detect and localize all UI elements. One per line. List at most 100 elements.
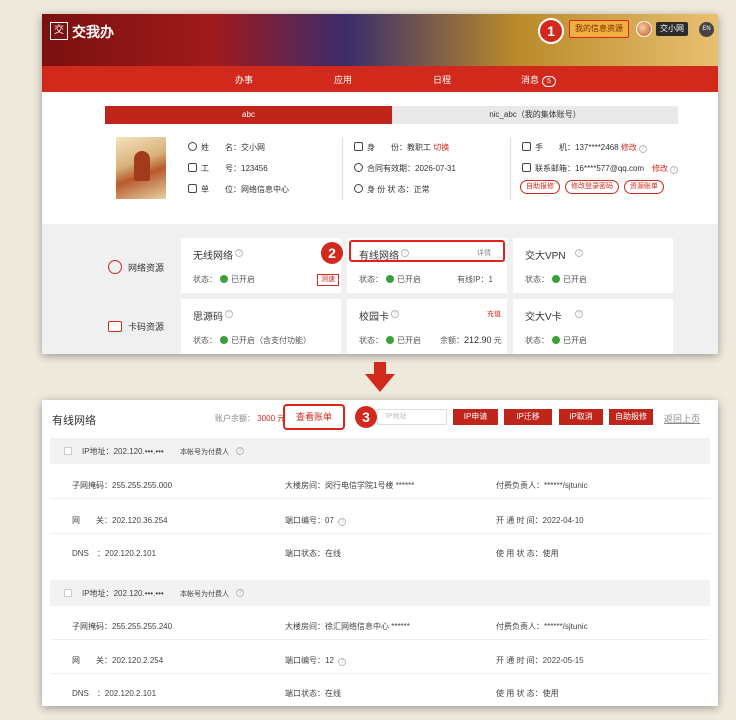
campus-card[interactable]: 校园卡 ? 充值 状态： 已开启 余额：212.90 元 bbox=[347, 299, 507, 354]
network-resources-label: 网络资源 bbox=[108, 260, 164, 274]
help-icon[interactable]: ? bbox=[236, 447, 244, 455]
building-room: 大楼房间：徐汇网络信息中心 ****** bbox=[285, 622, 410, 631]
status-ok-icon bbox=[220, 275, 228, 283]
avatar[interactable] bbox=[636, 21, 652, 37]
subnet-mask: 子网掩码：255.255.255.240 bbox=[72, 622, 173, 631]
dns: DNS ：202.120.2.101 bbox=[72, 549, 157, 558]
step-marker-3: 3 bbox=[355, 406, 377, 428]
self-repair-button[interactable]: 自助报修 bbox=[609, 409, 653, 425]
ip-apply-button[interactable]: IP申请 bbox=[453, 409, 498, 425]
logo-icon: 交 bbox=[50, 22, 68, 40]
select-checkbox[interactable] bbox=[64, 447, 72, 455]
open-date: 开 通 时 间：2022-04-10 bbox=[496, 516, 584, 525]
tab-personal-account[interactable]: abc bbox=[105, 106, 392, 124]
nav-item-schedule[interactable]: 日程 bbox=[433, 73, 451, 86]
wired-card[interactable]: 有线网络 ? 详情 状态： 已开启 有线IP：1 bbox=[347, 238, 507, 293]
switch-identity-link[interactable]: 切换 bbox=[433, 143, 449, 152]
vpn-card[interactable]: 交大VPN ? 状态： 已开启 bbox=[513, 238, 673, 293]
payer-note: 本帐号为付费人 bbox=[180, 449, 229, 456]
edit-phone-link[interactable]: 修改 bbox=[621, 143, 637, 152]
port-status: 端口状态：在线 bbox=[285, 689, 341, 698]
logo-text: 交我办 bbox=[72, 24, 114, 40]
account-balance: 账户余额： 3000 元 bbox=[215, 414, 286, 423]
tab-group-account[interactable]: nic_abc（我的集体账号） bbox=[392, 106, 678, 124]
siyuan-code-card[interactable]: 思源码 ? 状态： 已开启（含支付功能） bbox=[181, 299, 341, 354]
clock-icon bbox=[354, 163, 363, 172]
building-room: 大楼房间：闵行电信学院1号楼 ****** bbox=[285, 481, 415, 490]
ip-group-header: IP地址：202.120.•••.••• 本帐号为付费人 ? bbox=[50, 580, 710, 606]
ip-cancel-button[interactable]: IP取消 bbox=[559, 409, 603, 425]
share-icon bbox=[354, 184, 363, 193]
ip-search-input[interactable]: IP地址 bbox=[377, 409, 447, 425]
help-icon[interactable]: ? bbox=[235, 249, 243, 257]
nav-item-messages[interactable]: 消息 5 bbox=[521, 73, 556, 87]
divider bbox=[50, 639, 710, 640]
card-resources-label: 卡码资源 bbox=[108, 320, 164, 333]
contract-row: 合同有效期：2026-07-31 bbox=[354, 163, 456, 174]
ip-migrate-button[interactable]: IP迁移 bbox=[504, 409, 552, 425]
back-link[interactable]: 返回上页 bbox=[664, 412, 700, 425]
divider bbox=[50, 533, 710, 534]
divider bbox=[510, 138, 511, 200]
help-icon[interactable]: ? bbox=[391, 310, 399, 318]
name-row: 姓 名：交小网 bbox=[188, 142, 265, 153]
unit-row: 单 位：网络信息中心 bbox=[188, 184, 289, 195]
profile-photo bbox=[116, 137, 166, 199]
divider bbox=[50, 498, 710, 499]
step-marker-2: 2 bbox=[321, 242, 343, 264]
divider bbox=[342, 138, 343, 200]
help-icon[interactable]: ? bbox=[670, 166, 679, 174]
self-repair-button[interactable]: 自助报修 bbox=[520, 180, 560, 194]
user-name-chip[interactable]: 交小网 bbox=[656, 22, 688, 36]
status-ok-icon bbox=[552, 336, 560, 344]
payer-note: 本帐号为付费人 bbox=[180, 591, 229, 598]
port-status: 端口状态：在线 bbox=[285, 549, 341, 558]
payer: 付费负责人：******/sjtunic bbox=[496, 622, 588, 631]
view-bill-button[interactable]: 查看账单 bbox=[283, 404, 345, 430]
port-number: 端口编号：07 ? bbox=[285, 515, 347, 526]
nav-item-affairs[interactable]: 办事 bbox=[235, 73, 253, 86]
help-icon[interactable]: ? bbox=[575, 249, 583, 257]
card-icon bbox=[108, 321, 122, 332]
nav-item-apps[interactable]: 应用 bbox=[334, 73, 352, 86]
help-icon[interactable]: ? bbox=[401, 249, 409, 257]
help-icon[interactable]: ? bbox=[638, 145, 647, 153]
status-ok-icon bbox=[386, 275, 394, 283]
help-icon[interactable]: ? bbox=[236, 589, 244, 597]
status-ok-icon bbox=[386, 336, 394, 344]
globe-icon bbox=[108, 260, 122, 274]
edit-email-link[interactable]: 修改 bbox=[652, 164, 668, 173]
identity-icon bbox=[354, 142, 363, 151]
use-status: 使 用 状 态：使用 bbox=[496, 689, 559, 698]
wired-detail-link[interactable]: 详情 bbox=[477, 248, 491, 258]
phone-icon bbox=[522, 142, 531, 151]
recharge-link[interactable]: 充值 bbox=[487, 309, 501, 319]
id-card-icon bbox=[188, 163, 197, 172]
use-status: 使 用 状 态：使用 bbox=[496, 549, 559, 558]
portal-screenshot: 交 交我办 我的信息资源 1 交小网 EN 办事 应用 日程 消息 5 abc n… bbox=[42, 14, 718, 354]
card-balance: 余额：212.90 元 bbox=[440, 335, 502, 345]
help-icon[interactable]: ? bbox=[225, 310, 233, 318]
divider bbox=[50, 673, 710, 674]
my-info-resources-button[interactable]: 我的信息资源 bbox=[569, 20, 629, 38]
select-checkbox[interactable] bbox=[64, 589, 72, 597]
resource-bill-button[interactable]: 资源账单 bbox=[624, 180, 664, 194]
help-icon[interactable]: ? bbox=[575, 310, 583, 318]
main-nav bbox=[42, 66, 718, 92]
port-number: 端口编号：12 ? bbox=[285, 655, 347, 666]
wireless-card[interactable]: 无线网络 ? 状态： 已开启 测速 bbox=[181, 238, 341, 293]
help-icon[interactable]: ? bbox=[338, 518, 347, 526]
change-password-button[interactable]: 修改登录密码 bbox=[565, 180, 619, 194]
v-card[interactable]: 交大V卡 ? 状态： 已开启 bbox=[513, 299, 673, 354]
subnet-mask: 子网掩码：255.255.255.000 bbox=[72, 481, 173, 490]
help-icon[interactable]: ? bbox=[338, 658, 347, 666]
gateway: 网 关：202.120.36.254 bbox=[72, 516, 168, 525]
speed-test-button[interactable]: 测速 bbox=[317, 274, 339, 286]
payer: 付费负责人：******/sjtunic bbox=[496, 481, 588, 490]
user-icon bbox=[188, 142, 197, 151]
email-row: 联系邮箱：16****577@qq.com 修改? bbox=[522, 163, 679, 174]
identity-status-row: 身 份 状 态：正常 bbox=[354, 184, 430, 195]
status-ok-icon bbox=[552, 275, 560, 283]
open-date: 开 通 时 间：2022-05-15 bbox=[496, 656, 584, 665]
language-toggle[interactable]: EN bbox=[699, 22, 714, 37]
